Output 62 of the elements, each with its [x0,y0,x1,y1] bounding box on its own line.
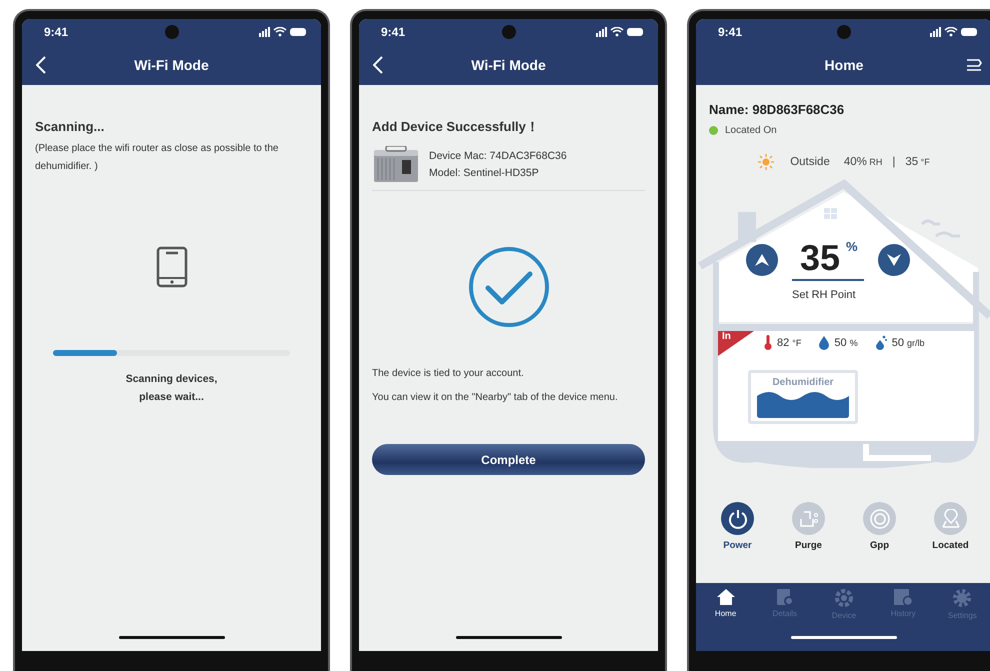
status-icons [259,27,307,37]
status-time: 9:41 [44,25,68,39]
down-arrow-icon [886,254,901,266]
back-icon[interactable] [373,56,383,74]
smartphone-icon [156,246,188,288]
settings-icon [952,588,972,608]
screen-title: Home [824,57,864,73]
droplets-icon [876,335,887,350]
status-time: 9:41 [381,25,406,39]
check-circle-icon [468,246,550,328]
screen-title: Wi-Fi Mode [134,57,209,73]
status-text: please wait... [138,390,205,405]
success-heading: Add Device Successfully！ [372,118,540,136]
reading-value: 82 °F [777,336,802,348]
unit-label: Dehumidifier [772,377,834,388]
scanning-heading: Scanning... [35,119,106,134]
back-icon[interactable] [36,56,46,74]
status-dot [709,126,718,135]
map-pin-icon [940,508,960,528]
control-label: Located [932,540,969,551]
up-arrow-icon [755,254,769,266]
camera-icon [837,25,851,39]
power-icon [728,508,748,528]
control-label: Power [723,540,752,551]
outside-temperature: 35 °F [905,156,930,168]
sun-icon [758,154,774,170]
device-name: Name: 98D863F68C36 [709,102,846,117]
separator-text: | [892,156,896,168]
home-tab[interactable]: Home [698,588,754,620]
ring-icon [868,508,890,530]
message-text: You can view it on the "Nearby" tab of the device menu. [372,391,619,405]
water-drop-icon [819,336,830,350]
indoor-label: In [722,331,731,342]
device-mac-text: Device Mac: 74DAC3F68C36 [429,149,567,164]
setpoint-label: Set RH Point [792,289,856,301]
location-status: Located On [725,125,777,136]
complete-button[interactable]: Complete [372,444,645,475]
dehumidifier-drawing [372,146,420,184]
message-text: The device is tied to your account. [372,367,525,381]
instruction-text: (Please place the wifi router as close as possible to the dehumidifier. ) [35,142,280,174]
tank-icon [798,508,818,528]
screen-title: Wi-Fi Mode [471,57,546,73]
control-label: Purge [795,540,822,551]
switch-icon[interactable] [966,58,982,72]
model-text: Model: Sentinel-HD35P [429,166,540,181]
status-icons [930,27,978,37]
reading-value: 50 % [834,336,858,348]
outside-label: Outside [790,156,830,168]
home-icon [716,588,736,606]
thermometer-icon [764,335,772,350]
status-text: Scanning devices, [124,372,218,387]
reading-value: 50 gr/lb [892,336,925,348]
status-icons [596,27,644,37]
control-label: Gpp [870,540,889,551]
power-button[interactable] [721,502,754,535]
status-time: 9:41 [718,25,742,39]
camera-icon [502,25,516,39]
camera-icon [164,25,178,39]
setpoint-value: 35 [800,239,840,277]
gear-icon [834,588,854,608]
setpoint-unit: % [846,239,858,254]
outside-humidity: 40% RH [844,156,882,168]
